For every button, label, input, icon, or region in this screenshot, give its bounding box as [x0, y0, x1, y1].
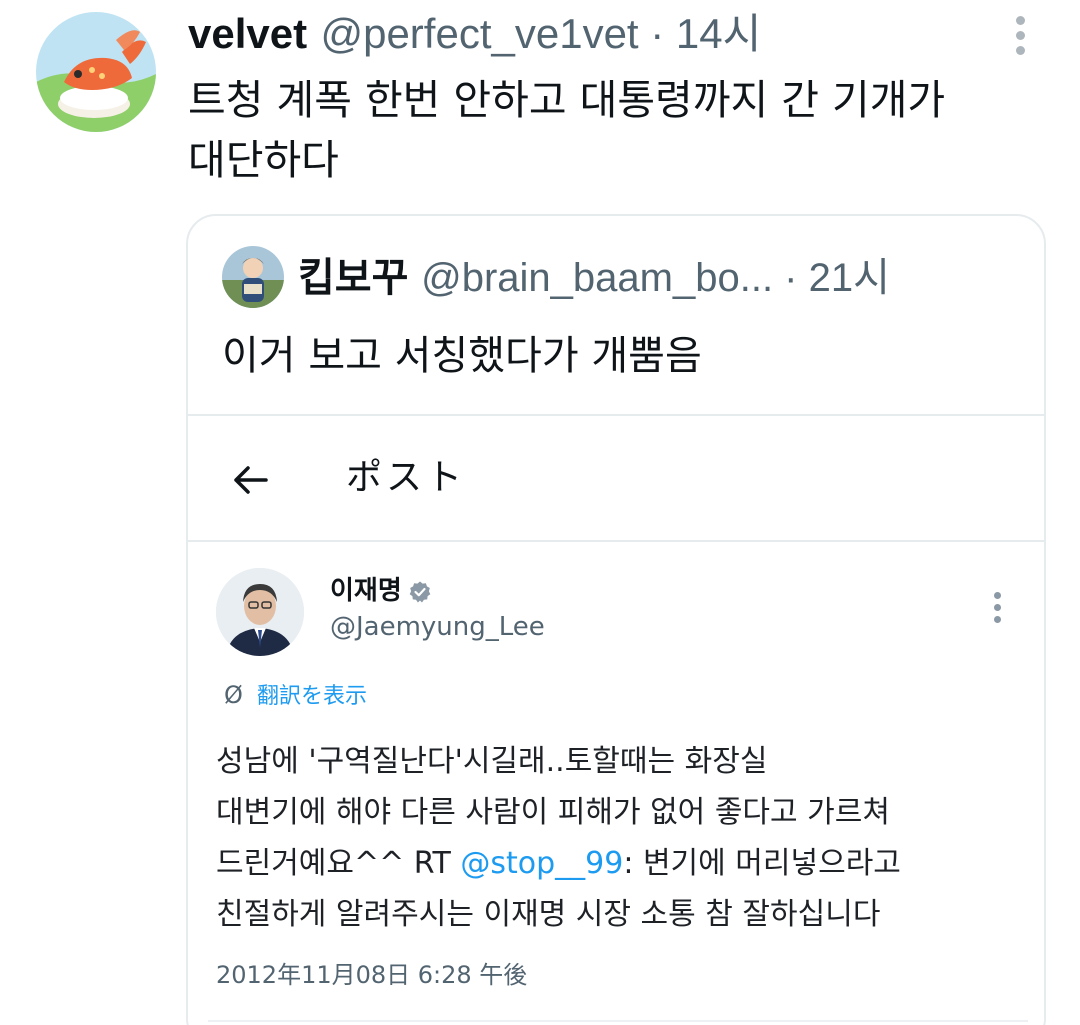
translate-link: Ø 翻訳を表示: [224, 678, 367, 714]
screenshot-nav-title: ポスト: [346, 457, 467, 498]
header-separator: ·: [638, 10, 676, 57]
tweet-text-line: 트청 계폭 한번 안하고 대통령까지 간 기개가: [188, 76, 946, 124]
screenshot-tweet-body: 성남에 '구역질난다'시길래..토할때는 화장실 대변기에 해야 다른 사람이 …: [216, 736, 1016, 940]
quoted-tweet-text: 이거 보고 서칭했다가 개뿜음: [222, 333, 702, 379]
body-text: : 변기에 머리넣으라고: [623, 846, 901, 881]
body-text: 드린거예요^^ RT: [216, 846, 461, 881]
screenshot-nav-bar: ポスト: [188, 416, 1044, 542]
mention-link: @stop__99: [460, 846, 624, 881]
body-line: 성남에 '구역질난다'시길래..토할때는 화장실: [216, 744, 768, 779]
author-avatar[interactable]: [36, 12, 156, 132]
tweet-text-line: 대단하다: [188, 136, 339, 184]
timeline: velvet @perfect_ve1vet · 14시 트청 계폭 한번 안하…: [0, 0, 1080, 1025]
more-vertical-icon: [988, 588, 1008, 628]
more-vertical-icon[interactable]: [1008, 14, 1032, 58]
translate-globe-icon: Ø: [224, 681, 243, 709]
author-name-text: 이재명: [330, 576, 402, 606]
person-avatar-icon: [216, 568, 304, 656]
quoted-tweet-header: 킵보꾸 @brain_baam_bo... · 21시: [298, 250, 890, 306]
screenshot-author-avatar: [216, 568, 304, 656]
screenshot-author-handle: @Jaemyung_Lee: [330, 612, 545, 642]
quoted-timestamp: 21시: [808, 256, 890, 300]
quoted-author-avatar: [222, 246, 284, 308]
body-line: 대변기에 해야 다른 사람이 피해가 없어 좋다고 가르쳐: [216, 795, 890, 830]
quoted-handle: @brain_baam_bo...: [421, 256, 774, 300]
author-display-name[interactable]: velvet: [188, 10, 307, 57]
quoted-tweet-card[interactable]: 킵보꾸 @brain_baam_bo... · 21시 이거 보고 서칭했다가 …: [186, 214, 1046, 1025]
attached-screenshot[interactable]: ポスト 이재명 @Jaemyung_Lee Ø 翻訳を表示 성남에 '구역질난다…: [188, 414, 1044, 1025]
quoted-display-name: 킵보꾸: [298, 256, 409, 300]
verified-badge-icon: [409, 581, 431, 602]
body-line: 드린거예요^^ RT @stop__99: 변기에 머리넣으라고: [216, 838, 1016, 889]
header-separator: ·: [773, 256, 809, 300]
koi-fish-avatar-icon: [36, 12, 156, 132]
back-arrow-icon: [234, 466, 268, 494]
screenshot-author-name: 이재명: [330, 574, 432, 608]
person-avatar-icon: [222, 246, 284, 308]
author-handle[interactable]: @perfect_ve1vet: [320, 10, 638, 57]
divider: [208, 1020, 1028, 1022]
tweet-timestamp[interactable]: 14시: [676, 10, 761, 57]
tweet-text: 트청 계폭 한번 안하고 대통령까지 간 기개가 대단하다: [188, 70, 1048, 190]
body-line: 친절하게 알려주시는 이재명 시장 소통 참 잘하십니다: [216, 897, 881, 932]
translate-label: 翻訳を表示: [257, 684, 368, 709]
tweet-header: velvet @perfect_ve1vet · 14시: [188, 8, 761, 60]
screenshot-post-date: 2012年11月08日 6:28 午後: [216, 961, 528, 989]
